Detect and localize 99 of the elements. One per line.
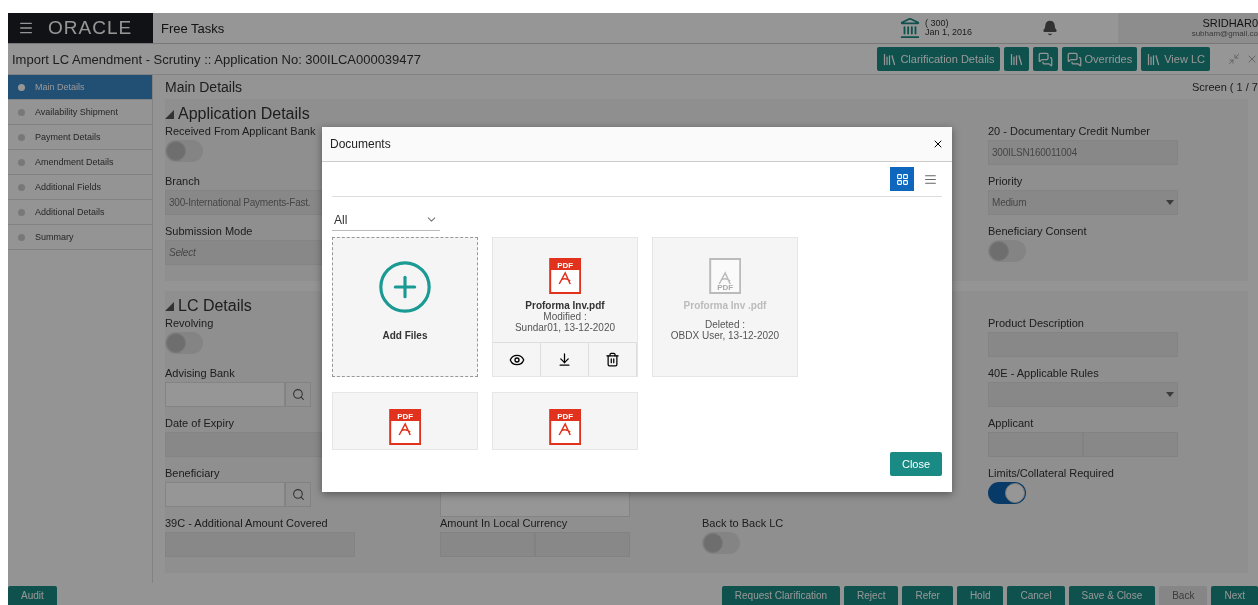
select-field[interactable]: Medium <box>988 190 1178 215</box>
dialog-title: Documents <box>330 137 391 151</box>
field-label: Beneficiary <box>165 467 221 479</box>
user-name: SRIDHAR0 <box>1201 17 1258 29</box>
list-icon <box>923 172 937 186</box>
field-label: Priority <box>988 175 1024 187</box>
toolbar-button[interactable]: Overrides <box>1061 47 1138 71</box>
sidebar-item[interactable]: Availability Shipment <box>8 100 152 125</box>
field-label: 40E - Applicable Rules <box>988 367 1100 379</box>
section-heading: Application Details <box>178 105 310 123</box>
branch-code: ( 300) <box>924 19 950 28</box>
document-card[interactable]: PDF <box>492 392 638 450</box>
user-email: subham@gmail.co <box>1190 29 1258 38</box>
toggle-switch[interactable] <box>988 240 1026 262</box>
footer-button[interactable]: Reject <box>844 586 899 605</box>
footer-button[interactable]: Save & Close <box>1068 586 1156 605</box>
input-field[interactable]: 300ILSN160011004 <box>988 140 1178 165</box>
pdf-file-icon: PDF <box>548 258 582 294</box>
field-label: Revolving <box>165 317 215 329</box>
document-card[interactable]: PDF Proforma Inv .pdf Deleted : OBDX User, 13-12-2020 <box>652 237 798 377</box>
field-label: Received From Applicant Bank <box>165 125 317 137</box>
sidebar-item[interactable]: Amendment Details <box>8 150 152 175</box>
field-label: Branch <box>165 175 201 187</box>
minimize-icon[interactable] <box>1228 53 1240 65</box>
collapse-triangle-icon[interactable] <box>165 109 174 119</box>
menu-title: Free Tasks <box>160 19 226 38</box>
document-card[interactable]: PDF <box>332 392 478 450</box>
field-label: Advising Bank <box>165 367 236 379</box>
field-label: Applicant <box>988 417 1035 429</box>
add-icon <box>376 258 434 316</box>
close-icon[interactable] <box>1246 53 1258 65</box>
footer-button[interactable]: Request Clarification <box>721 586 841 605</box>
toggle-switch[interactable] <box>165 140 203 162</box>
sidebar-item[interactable]: Main Details <box>8 75 152 100</box>
close-icon <box>932 138 944 150</box>
toggle-switch[interactable] <box>988 482 1026 504</box>
field-label: 39C - Additional Amount Covered <box>165 517 329 529</box>
toolbar-button[interactable]: View LC <box>1141 47 1210 71</box>
field-label: Date of Expiry <box>165 417 236 429</box>
document-status: Deleted : <box>705 319 745 330</box>
books-button[interactable] <box>1003 47 1029 71</box>
grid-view-button[interactable] <box>890 167 914 191</box>
chat-icon <box>1066 51 1082 67</box>
field-label: Back to Back LC <box>702 517 785 529</box>
field-label: 20 - Documentary Credit Number <box>988 125 1151 137</box>
pdf-file-icon: PDF <box>548 409 582 445</box>
field-label: Amount In Local Currency <box>440 517 569 529</box>
section-heading: LC Details <box>178 297 252 315</box>
toggle-switch[interactable] <box>165 332 203 354</box>
sidebar-item[interactable]: Additional Fields <box>8 175 152 200</box>
books-icon <box>1008 51 1024 67</box>
logo: ORACLE <box>48 17 133 39</box>
collapse-triangle-icon[interactable] <box>165 301 174 311</box>
download-icon <box>557 352 572 367</box>
document-status: Modified : <box>543 311 587 322</box>
close-button[interactable]: Close <box>890 452 942 476</box>
search-button[interactable] <box>285 482 311 507</box>
field-label: Limits/Collateral Required <box>988 467 1115 479</box>
field-label: Submission Mode <box>165 225 254 237</box>
pdf-file-icon: PDF <box>388 409 422 445</box>
footer-button[interactable]: Audit <box>8 586 57 605</box>
branch-date: Jan 1, 2016 <box>924 28 972 37</box>
chat-icon <box>1037 51 1053 67</box>
footer-button[interactable]: Cancel <box>1007 586 1065 605</box>
input-field[interactable] <box>440 492 630 517</box>
search-icon <box>291 388 305 401</box>
trash-icon <box>605 352 620 367</box>
sidebar-item[interactable]: Payment Details <box>8 125 152 150</box>
filter-dropdown[interactable]: All <box>332 209 440 231</box>
select-field[interactable] <box>988 382 1178 407</box>
close-button[interactable] <box>932 138 944 150</box>
bank-icon <box>898 17 921 39</box>
sidebar-item[interactable]: Additional Details <box>8 200 152 225</box>
screen-counter: Screen ( 1 / 7 <box>1191 81 1258 93</box>
toolbar-button[interactable]: Clarification Details <box>877 47 1000 71</box>
footer-button[interactable]: Refer <box>902 586 953 605</box>
sidebar-item[interactable]: Summary <box>8 225 152 250</box>
pdf-file-icon: PDF <box>708 258 742 294</box>
field-label: Product Description <box>988 317 1085 329</box>
notification-bell-icon[interactable] <box>1042 20 1058 36</box>
toggle-switch[interactable] <box>702 532 740 554</box>
footer-button[interactable]: Next <box>1211 586 1258 605</box>
footer-button[interactable]: Hold <box>956 586 1004 605</box>
menu-icon[interactable] <box>18 20 34 36</box>
document-card[interactable]: PDF Proforma Inv.pdf Modified : Sundar01, 13-12-2020 <box>492 237 638 377</box>
dropdown-caret-icon <box>1166 200 1174 205</box>
books-icon <box>1146 51 1162 67</box>
section-title: Main Details <box>165 79 243 95</box>
page-title: Import LC Amendment - Scrutiny :: Application No: 300ILCA000039477 <box>12 51 421 67</box>
search-icon <box>291 488 305 501</box>
add-files-tile[interactable]: Add Files <box>332 237 478 377</box>
document-meta: Sundar01, 13-12-2020 <box>514 322 616 333</box>
chat-button[interactable] <box>1032 47 1058 71</box>
books-icon <box>882 51 898 67</box>
document-meta: OBDX User, 13-12-2020 <box>670 330 780 341</box>
grid-icon <box>895 172 909 186</box>
dropdown-caret-icon <box>1166 392 1174 397</box>
search-button[interactable] <box>285 382 311 407</box>
field-label: Beneficiary Consent <box>988 225 1088 237</box>
